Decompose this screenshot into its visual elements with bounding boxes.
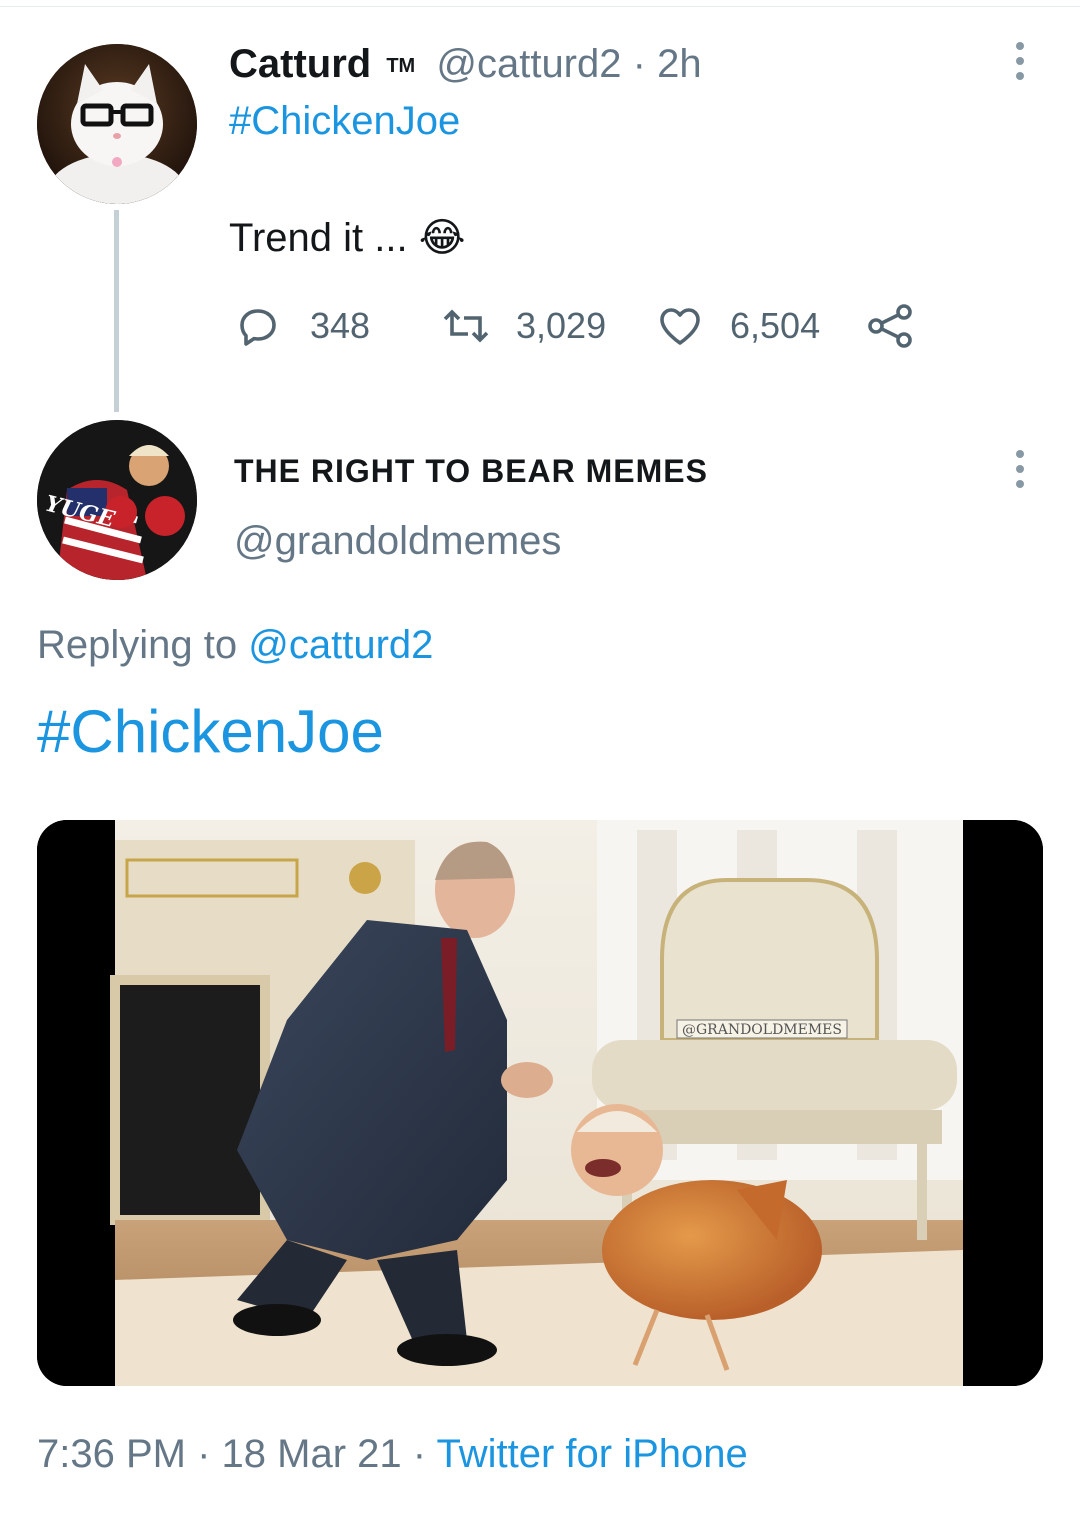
tweet-source[interactable]: Twitter for iPhone — [437, 1432, 748, 1476]
retweet-count: 3,029 — [516, 305, 607, 346]
replying-handle[interactable]: @catturd2 — [248, 623, 433, 667]
retweet-action[interactable]: 3,029 — [440, 302, 606, 350]
tweet-time-ago[interactable]: 2h — [657, 42, 702, 86]
reply-author-handle[interactable]: @grandoldmemes — [234, 518, 561, 564]
tweet-hashtag[interactable]: #ChickenJoe — [229, 98, 460, 144]
timestamp-separator-1: · — [197, 1432, 211, 1476]
reply-more-icon[interactable] — [1014, 450, 1026, 495]
like-action[interactable]: 6,504 — [656, 302, 820, 350]
reply-media-image[interactable]: @GRANDOLDMEMES — [37, 820, 1043, 1386]
cat-avatar-image — [37, 44, 197, 204]
thread-connector — [114, 210, 119, 412]
timestamp-time[interactable]: 7:36 PM — [37, 1432, 186, 1476]
heart-icon — [660, 308, 700, 345]
author-trademark: TM — [386, 55, 416, 77]
tweet-text-line: Trend it ... 😂 — [229, 214, 465, 262]
tweet-header: Catturd TM @catturd2 · 2h — [229, 42, 702, 86]
reply-action[interactable]: 348 — [234, 302, 370, 350]
like-count: 6,504 — [730, 305, 821, 346]
boxer-avatar-image: YUGE — [37, 420, 197, 580]
header-separator: · — [632, 42, 646, 86]
catturd-avatar[interactable] — [37, 44, 197, 204]
timestamp-separator-2: · — [412, 1432, 427, 1476]
grandoldmemes-avatar[interactable]: YUGE — [37, 420, 197, 580]
author-name[interactable]: Catturd — [229, 42, 371, 86]
replying-to-line: Replying to @catturd2 — [37, 622, 433, 668]
laughing-emoji: 😂 — [418, 215, 466, 261]
reply-icon — [240, 309, 276, 346]
reply-hashtag[interactable]: #ChickenJoe — [37, 698, 384, 766]
top-divider — [0, 6, 1080, 7]
media-watermark-text: @GRANDOLDMEMES — [682, 1022, 842, 1038]
timestamp-line: 7:36 PM · 18 Mar 21 · Twitter for iPhone — [37, 1430, 748, 1478]
retweet-icon — [443, 309, 489, 343]
replying-prefix: Replying to — [37, 623, 238, 667]
tweet-text: Trend it ... — [229, 216, 408, 260]
reply-count: 348 — [310, 305, 371, 346]
timestamp-date[interactable]: 18 Mar 21 — [222, 1432, 402, 1476]
share-icon — [868, 304, 912, 348]
share-action[interactable] — [866, 304, 914, 348]
reply-author-name[interactable]: THE RIGHT TO BEAR MEMES — [234, 452, 708, 490]
tweet-more-icon[interactable] — [1014, 42, 1026, 87]
media-photo: @GRANDOLDMEMES — [37, 820, 1043, 1386]
author-handle[interactable]: @catturd2 — [436, 42, 621, 86]
